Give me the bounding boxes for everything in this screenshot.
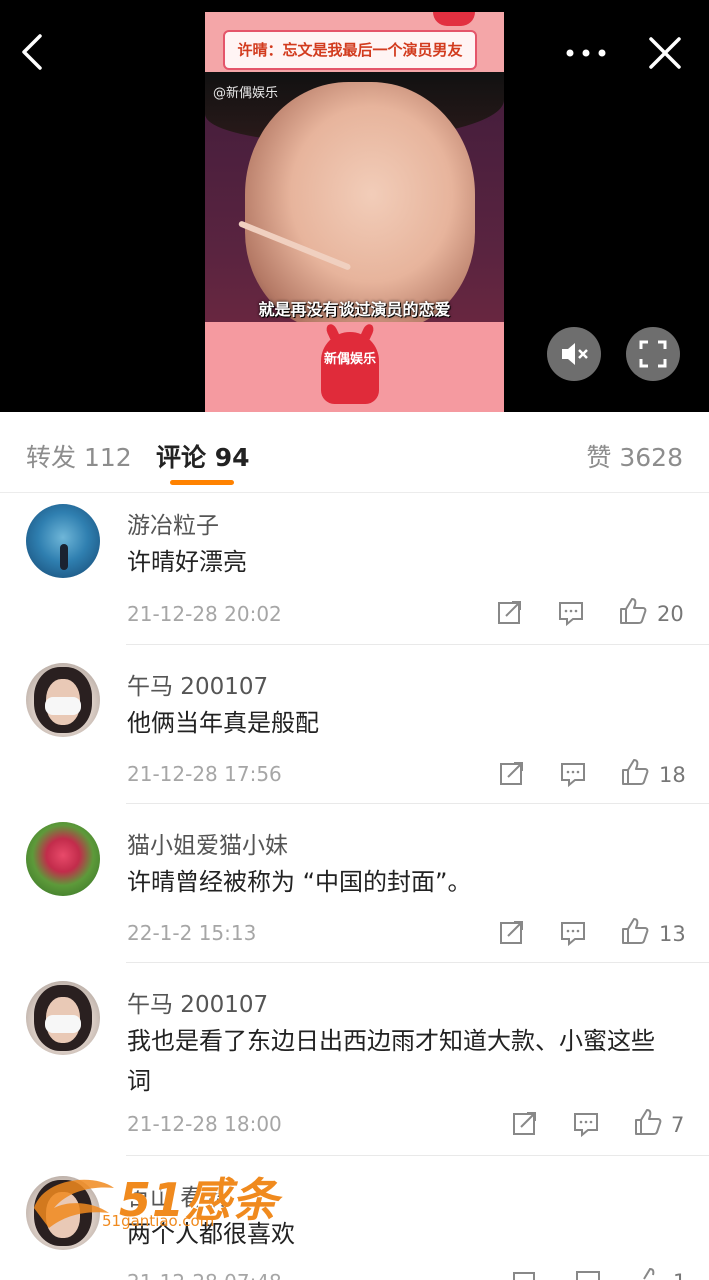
comment-icon [559,602,583,627]
chevron-left-icon [22,34,42,70]
like-button[interactable] [636,1266,666,1280]
fullscreen-button[interactable] [626,327,680,381]
avatar[interactable] [26,981,100,1055]
watermark-url: 51gantiao.com [102,1212,215,1230]
comment-author[interactable]: 游冶粒子 [127,506,219,540]
video-frame: 许晴：忘文是我最后一个演员男友 @新偶娱乐 就是再没有谈过演员的恋爱 新偶娱乐 [205,12,504,412]
reply-button[interactable] [559,919,587,951]
reply-button[interactable] [574,1268,602,1280]
comment-author[interactable]: 午马 200107 [127,667,268,701]
thumbs-up-icon [643,1267,655,1280]
comment-time: 21-12-28 07:48 [127,1270,282,1280]
reply-button[interactable] [572,1110,600,1142]
tab-comments[interactable]: 评论 94 [156,438,250,474]
like-count: 13 [659,922,686,946]
repost-button[interactable] [511,1109,539,1141]
comment-text: 许晴曾经被称为 “中国的封面”。 [127,868,472,896]
close-button[interactable] [646,34,684,72]
like-count: 20 [657,602,684,626]
video-caption-bottom: 就是再没有谈过演员的恋爱 [258,300,451,319]
avatar[interactable] [26,822,100,896]
avatar[interactable] [26,663,100,737]
close-icon [649,37,681,69]
comment-text: 许晴好漂亮 [127,548,247,576]
like-button[interactable] [620,757,650,791]
avatar[interactable] [26,504,100,578]
share-icon [513,1112,536,1135]
back-button[interactable] [18,32,58,72]
comment-author[interactable]: 猫小姐爱猫小妹 [127,826,288,860]
tab-bar: 转发 112 评论 94 赞 3628 [0,412,709,493]
thumbs-up-icon [635,1109,662,1135]
share-icon [513,1272,535,1280]
mute-button[interactable] [547,327,601,381]
comment-icon [576,1271,600,1280]
mascot-logo: 新偶娱乐 [321,332,379,404]
comment-time: 22-1-2 15:13 [127,921,257,945]
repost-button[interactable] [511,1268,539,1280]
like-count: 7 [671,1113,685,1137]
tab-repost[interactable]: 转发 112 [26,438,132,474]
active-tab-indicator [170,480,234,485]
repost-button[interactable] [496,598,524,630]
site-watermark: 51感条 51gantiao.com [24,1160,284,1244]
comment-item: 午马 200107 他俩当年真是般配 21-12-28 17:56 18 [0,645,709,803]
comment-item: 猫小姐爱猫小妹 许晴曾经被称为 “中国的封面”。 22-1-2 15:13 13 [0,804,709,962]
comment-time: 21-12-28 17:56 [127,762,282,786]
like-count: 18 [659,763,686,787]
thumbs-up-icon [622,918,649,944]
reply-button[interactable] [557,599,585,631]
repost-button[interactable] [498,918,526,950]
share-icon [498,601,521,624]
comment-icon [574,1113,598,1138]
fullscreen-icon [639,340,667,368]
comment-author[interactable]: 午马 200107 [127,985,268,1019]
video-player[interactable]: 许晴：忘文是我最后一个演员男友 @新偶娱乐 就是再没有谈过演员的恋爱 新偶娱乐 [0,0,709,412]
comment-time: 21-12-28 18:00 [127,1112,282,1136]
comment-icon [561,922,585,947]
tab-likes[interactable]: 赞 3628 [586,438,683,474]
comment-icon [561,763,585,788]
share-icon [500,762,523,785]
like-button[interactable] [618,596,648,630]
more-dots-icon [566,49,606,57]
like-count: 1 [673,1270,686,1280]
mute-icon [562,343,588,365]
more-button[interactable] [564,35,608,71]
video-face-shape [245,82,475,332]
like-button[interactable] [633,1107,663,1141]
repost-button[interactable] [498,759,526,791]
comment-item: 午马 200107 我也是看了东边日出西边雨才知道大款、小蜜这些词 21-12-… [0,963,709,1155]
share-icon [500,921,523,944]
like-button[interactable] [620,916,650,950]
mascot-text: 新偶娱乐 [323,352,376,367]
video-watermark: @新偶娱乐 [213,86,279,101]
comment-time: 21-12-28 20:02 [127,602,282,626]
reply-button[interactable] [559,760,587,792]
comment-text: 我也是看了东边日出西边雨才知道大款、小蜜这些词 [127,1027,655,1095]
thumbs-up-icon [622,759,649,785]
comment-text: 他俩当年真是般配 [127,709,319,737]
comment-item: 游冶粒子 许晴好漂亮 21-12-28 20:02 20 [0,492,709,644]
video-caption-top: 许晴：忘文是我最后一个演员男友 [223,30,477,70]
thumbs-up-icon [620,598,647,624]
